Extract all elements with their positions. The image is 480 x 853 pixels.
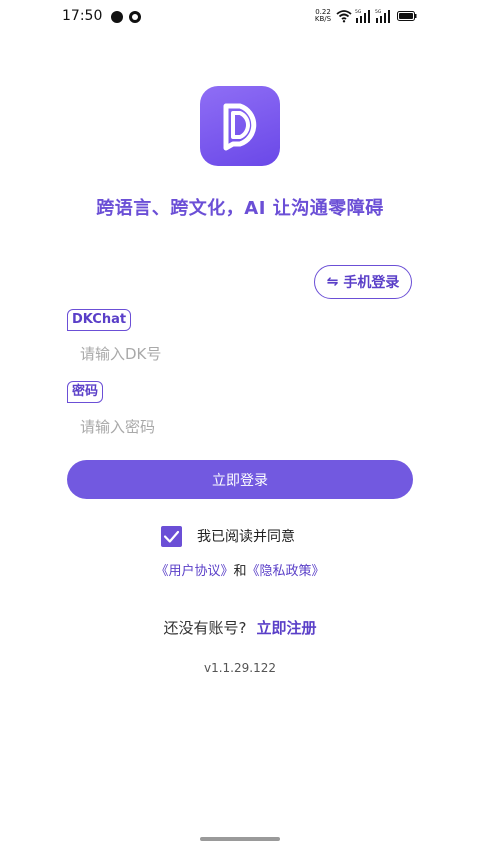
register-link[interactable]: 立即注册	[256, 619, 316, 637]
status-time: 17:50	[62, 8, 103, 24]
signal-label-1: 5G	[355, 9, 362, 15]
password-input[interactable]	[67, 410, 413, 444]
slogan: 跨语言、跨文化，AI 让沟通零障碍	[96, 198, 384, 219]
agreement-text: 我已阅读并同意	[197, 529, 295, 545]
swap-icon: ⇋	[326, 274, 339, 290]
home-indicator[interactable]	[200, 837, 280, 841]
dkchat-logo-icon	[200, 86, 280, 166]
phone-login-label: 手机登录	[343, 275, 400, 291]
check-icon	[163, 530, 180, 543]
wifi-icon	[336, 10, 352, 23]
signal-icon: 5G	[355, 9, 370, 23]
network-speed: 0.22 KB/S	[314, 9, 332, 23]
agreement-checkbox[interactable]	[161, 525, 182, 547]
battery-icon	[397, 11, 417, 21]
and-text: 和	[233, 564, 247, 579]
app-version: v1.1.29.122	[204, 661, 276, 675]
register-row: 还没有账号? 立即注册	[0, 617, 480, 638]
network-speed-unit: KB/S	[314, 15, 332, 23]
password-label: 密码	[67, 381, 104, 403]
policy-row: 《用户协议》和《隐私政策》	[0, 560, 480, 579]
register-prompt: 还没有账号?	[163, 619, 247, 637]
user-agreement-link[interactable]: 《用户协议》	[155, 564, 233, 579]
app-notification-icon	[129, 11, 141, 23]
login-button[interactable]: 立即登录	[67, 460, 413, 499]
phone-login-button[interactable]: ⇋ 手机登录	[314, 265, 412, 299]
agreement-row: 我已阅读并同意	[161, 525, 295, 547]
dk-number-label: DKChat	[67, 309, 132, 331]
dk-number-input[interactable]	[67, 337, 413, 371]
privacy-policy-link[interactable]: 《隐私政策》	[247, 564, 325, 579]
notification-dot-icon	[111, 11, 123, 23]
signal-icon: 5G	[375, 9, 390, 23]
status-bar: 17:50 0.22 KB/S 5G 5G	[0, 0, 480, 34]
signal-label-2: 5G	[375, 9, 382, 15]
